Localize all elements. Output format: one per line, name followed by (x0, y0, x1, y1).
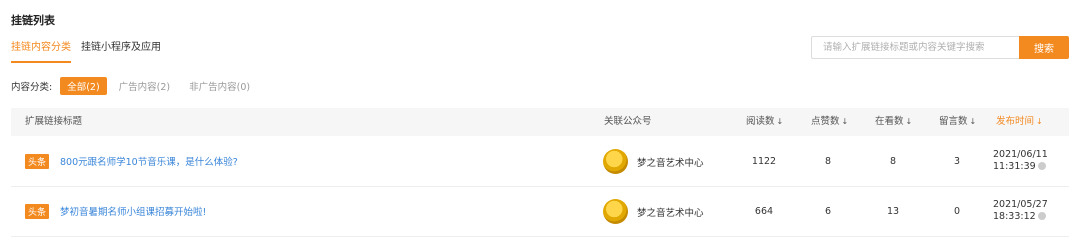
table-row: 头条 800元跟名师学10节音乐课，是什么体验? 梦之音艺术中心 1122 8 … (11, 137, 1069, 187)
publish-date: 2021/05/27 (993, 199, 1048, 210)
col-watching-sort[interactable]: 在看数 ↓ (875, 108, 912, 136)
page-title: 挂链列表 (11, 14, 55, 27)
likes-count: 6 (824, 206, 832, 217)
tab-mini-programs[interactable]: 挂链小程序及应用 (81, 38, 161, 63)
arrow-down-icon: ↓ (841, 117, 849, 126)
col-account: 关联公众号 (604, 116, 652, 127)
filter-ads[interactable]: 广告内容(2) (112, 77, 177, 95)
publish-time: 2021/06/11 11:31:39 (993, 149, 1048, 173)
watching-count: 8 (889, 156, 897, 167)
watching-count: 13 (886, 206, 900, 217)
search-button[interactable]: 搜索 (1019, 36, 1069, 59)
reads-count: 664 (754, 206, 774, 217)
col-publish-time-sort[interactable]: 发布时间 ↓ (996, 108, 1043, 136)
publish-clock: 18:33:12 (993, 211, 1036, 222)
comments-count: 0 (953, 206, 961, 217)
reads-count: 1122 (751, 156, 777, 167)
publish-time: 2021/05/27 18:33:12 (993, 199, 1048, 223)
comments-count: 3 (953, 156, 961, 167)
filter-non-ads[interactable]: 非广告内容(0) (182, 77, 257, 95)
status-dot-icon (1037, 212, 1046, 220)
arrow-down-icon: ↓ (776, 117, 784, 126)
col-likes-sort[interactable]: 点赞数 ↓ (811, 108, 848, 136)
account-name: 梦之音艺术中心 (637, 208, 704, 219)
table-row: 头条 梦初音暑期名师小组课招募开始啦! 梦之音艺术中心 664 6 13 0 2… (11, 187, 1069, 237)
headline-badge: 头条 (25, 154, 50, 169)
status-dot-icon (1037, 162, 1046, 170)
article-title-link[interactable]: 800元跟名师学10节音乐课，是什么体验? (60, 154, 238, 168)
publish-date: 2021/06/11 (993, 149, 1048, 160)
table-header: 扩展链接标题 关联公众号 阅读数 ↓ 点赞数 ↓ 在看数 ↓ 留言数 ↓ 发布时间 ↓ (11, 108, 1069, 136)
headline-badge: 头条 (25, 204, 50, 219)
search-input[interactable] (811, 36, 1019, 59)
likes-count: 8 (824, 156, 832, 167)
filter-all[interactable]: 全部(2) (60, 77, 107, 95)
content-filter: 内容分类: 全部(2) 广告内容(2) 非广告内容(0) (11, 77, 262, 95)
col-reads-sort[interactable]: 阅读数 ↓ (746, 108, 783, 136)
arrow-down-icon: ↓ (969, 117, 977, 126)
article-title-link[interactable]: 梦初音暑期名师小组课招募开始啦! (60, 204, 206, 218)
filter-label: 内容分类: (11, 82, 53, 93)
col-title: 扩展链接标题 (25, 116, 83, 127)
account-name: 梦之音艺术中心 (637, 158, 704, 169)
tab-content-category[interactable]: 挂链内容分类 (11, 38, 71, 63)
col-comments-sort[interactable]: 留言数 ↓ (939, 108, 976, 136)
tab-bar: 挂链内容分类 挂链小程序及应用 (11, 38, 171, 63)
publish-clock: 11:31:39 (993, 161, 1036, 172)
arrow-down-icon: ↓ (1036, 117, 1043, 126)
account-avatar (603, 199, 628, 224)
account-avatar (603, 149, 628, 174)
arrow-down-icon: ↓ (905, 117, 913, 126)
